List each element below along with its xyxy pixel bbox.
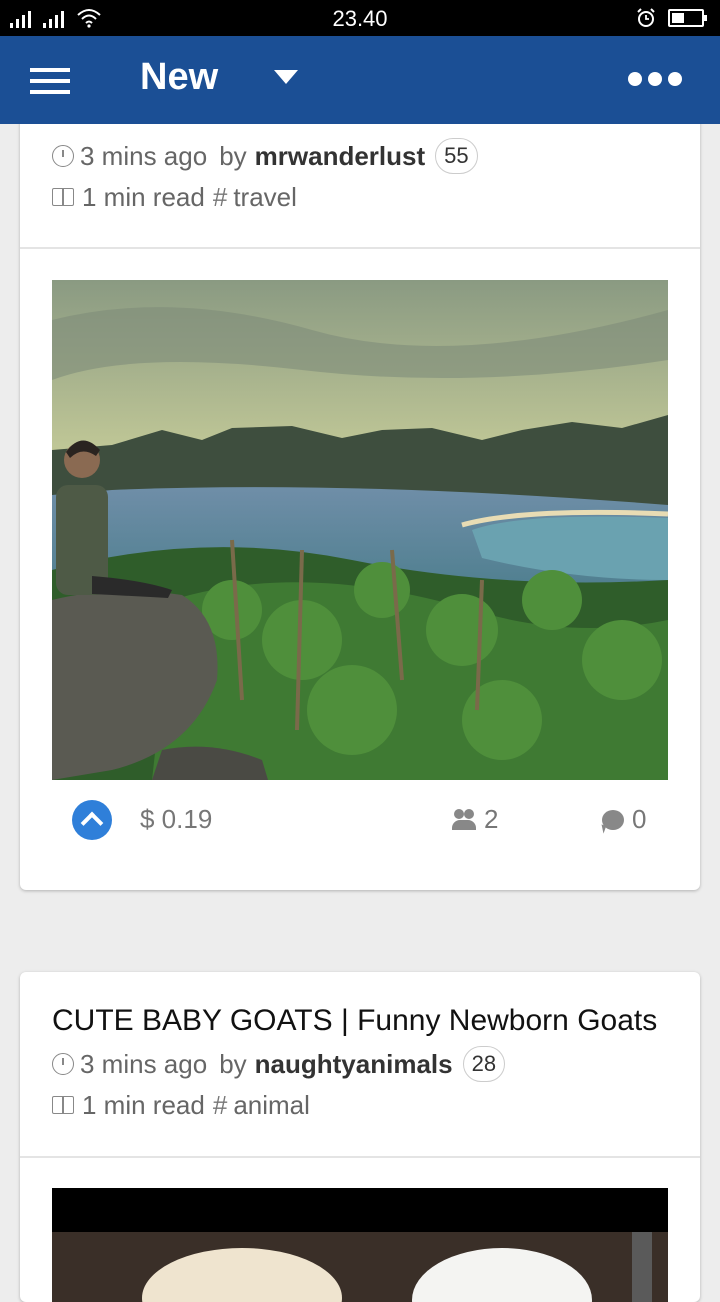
post-time-ago: 3 mins ago [80,140,208,171]
hamburger-menu-icon[interactable] [30,66,70,96]
post-actions: $ 0.19 2 0 [20,790,700,850]
post-payout[interactable]: $ 0.19 [140,804,212,835]
feed-sort-title[interactable]: New [140,56,218,99]
book-icon [52,1095,78,1116]
read-time: 1 min read [82,182,205,212]
post-author[interactable]: mrwanderlust [255,141,426,172]
more-options-icon[interactable] [628,72,682,86]
comments-count: 0 [632,804,647,834]
post-tag[interactable]: animal [233,1090,310,1121]
post-image[interactable] [52,280,668,780]
status-time: 23.40 [332,6,388,31]
voters-button[interactable]: 2 [452,804,498,835]
users-icon [452,808,478,831]
comments-button[interactable]: 0 [602,804,646,835]
landscape-photo [52,280,668,780]
upvote-icon[interactable] [72,800,112,840]
goats-video-thumbnail [52,1188,668,1302]
post-time-ago: 3 mins ago [80,1048,208,1079]
alarm-icon [637,8,655,27]
voters-count: 2 [484,804,499,834]
dropdown-caret-icon[interactable] [274,70,298,84]
app-bar: New [0,36,720,124]
hashtag-icon: # [212,182,228,212]
read-time: 1 min read [82,1090,205,1120]
post-read-info: 1 min read # travel [52,182,297,213]
battery-icon [668,9,707,27]
post-author[interactable]: naughtyanimals [255,1049,453,1080]
by-label: by [219,1048,247,1079]
post-tag[interactable]: travel [233,182,297,213]
post-card[interactable]: CUTE BABY GOATS | Funny Newborn Goats 3 … [20,972,700,1302]
post-read-info: 1 min read # animal [52,1090,310,1121]
comment-icon [602,809,624,830]
post-meta: 3 mins ago by mrwanderlust 55 [52,138,478,174]
book-icon [52,187,78,208]
post-meta: 3 mins ago by naughtyanimals 28 [52,1046,506,1082]
post-title[interactable]: CUTE BABY GOATS | Funny Newborn Goats [52,1004,657,1038]
hashtag-icon: # [212,1090,228,1120]
author-reputation-badge: 55 [435,138,478,174]
by-label: by [219,140,247,171]
post-card[interactable]: 3 mins ago by mrwanderlust 55 1 min read… [20,60,700,890]
clock-icon [52,145,74,167]
post-image[interactable] [52,1188,668,1302]
author-reputation-badge: 28 [462,1046,506,1082]
card-divider [20,1156,700,1158]
clock-icon [52,1053,74,1075]
card-divider [20,247,700,249]
status-bar: 23.40 [0,0,720,36]
